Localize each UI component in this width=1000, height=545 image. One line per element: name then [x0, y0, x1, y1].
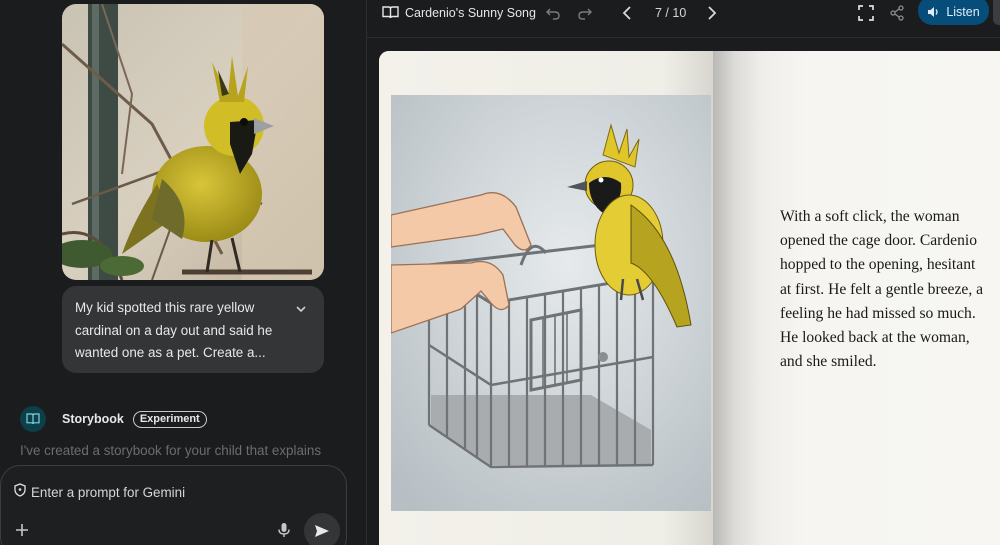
undo-icon[interactable]	[545, 5, 561, 26]
right-page[interactable]: With a soft click, the woman opened the …	[713, 51, 1000, 545]
page-indicator: 7 / 10	[655, 6, 687, 20]
chat-pane: My kid spotted this rare yellow cardinal…	[0, 0, 366, 545]
storybook-toolbar: Cardenio's Sunny Song 7 / 10 Listen	[367, 0, 1000, 38]
listen-label: Listen	[946, 4, 980, 19]
speaker-icon	[928, 6, 938, 17]
send-icon	[315, 525, 329, 537]
experiment-badge: Experiment	[132, 410, 207, 428]
response-preview-text: I've created a storybook for your child …	[20, 443, 322, 458]
share-icon[interactable]	[889, 4, 905, 27]
cage-illustration	[390, 95, 711, 511]
prompt-box	[0, 465, 347, 545]
storybook-spread: With a soft click, the woman opened the …	[379, 51, 1000, 545]
storybook-pane: Cardenio's Sunny Song 7 / 10 Listen With…	[367, 0, 1000, 545]
storybook-label: Storybook	[62, 412, 124, 426]
overflow-button[interactable]	[993, 0, 1000, 25]
prompt-input[interactable]	[31, 482, 331, 502]
story-title: Cardenio's Sunny Song	[405, 6, 536, 20]
mic-icon[interactable]	[276, 521, 292, 539]
chevron-right-icon[interactable]	[703, 4, 719, 27]
user-message-text: My kid spotted this rare yellow cardinal…	[75, 300, 273, 361]
left-page[interactable]	[379, 51, 713, 545]
bird-cage-illustration-image	[390, 95, 711, 511]
uploaded-bird-photo[interactable]	[62, 4, 324, 280]
story-page-text: With a soft click, the woman opened the …	[780, 208, 984, 371]
send-button[interactable]	[304, 513, 340, 545]
plus-icon[interactable]	[13, 521, 31, 539]
book-icon	[382, 5, 399, 24]
redo-icon[interactable]	[577, 5, 593, 26]
expand-chevron-icon[interactable]	[294, 302, 308, 316]
chevron-left-icon[interactable]	[620, 4, 636, 27]
user-message-bubble: My kid spotted this rare yellow cardinal…	[62, 286, 324, 373]
response-header: Storybook Experiment	[20, 406, 207, 432]
storybook-book-icon	[20, 406, 46, 432]
shield-icon	[14, 483, 26, 502]
fullscreen-icon[interactable]	[857, 4, 875, 27]
listen-button[interactable]: Listen	[918, 0, 989, 25]
yellow-cardinal-photo-image	[62, 4, 324, 280]
